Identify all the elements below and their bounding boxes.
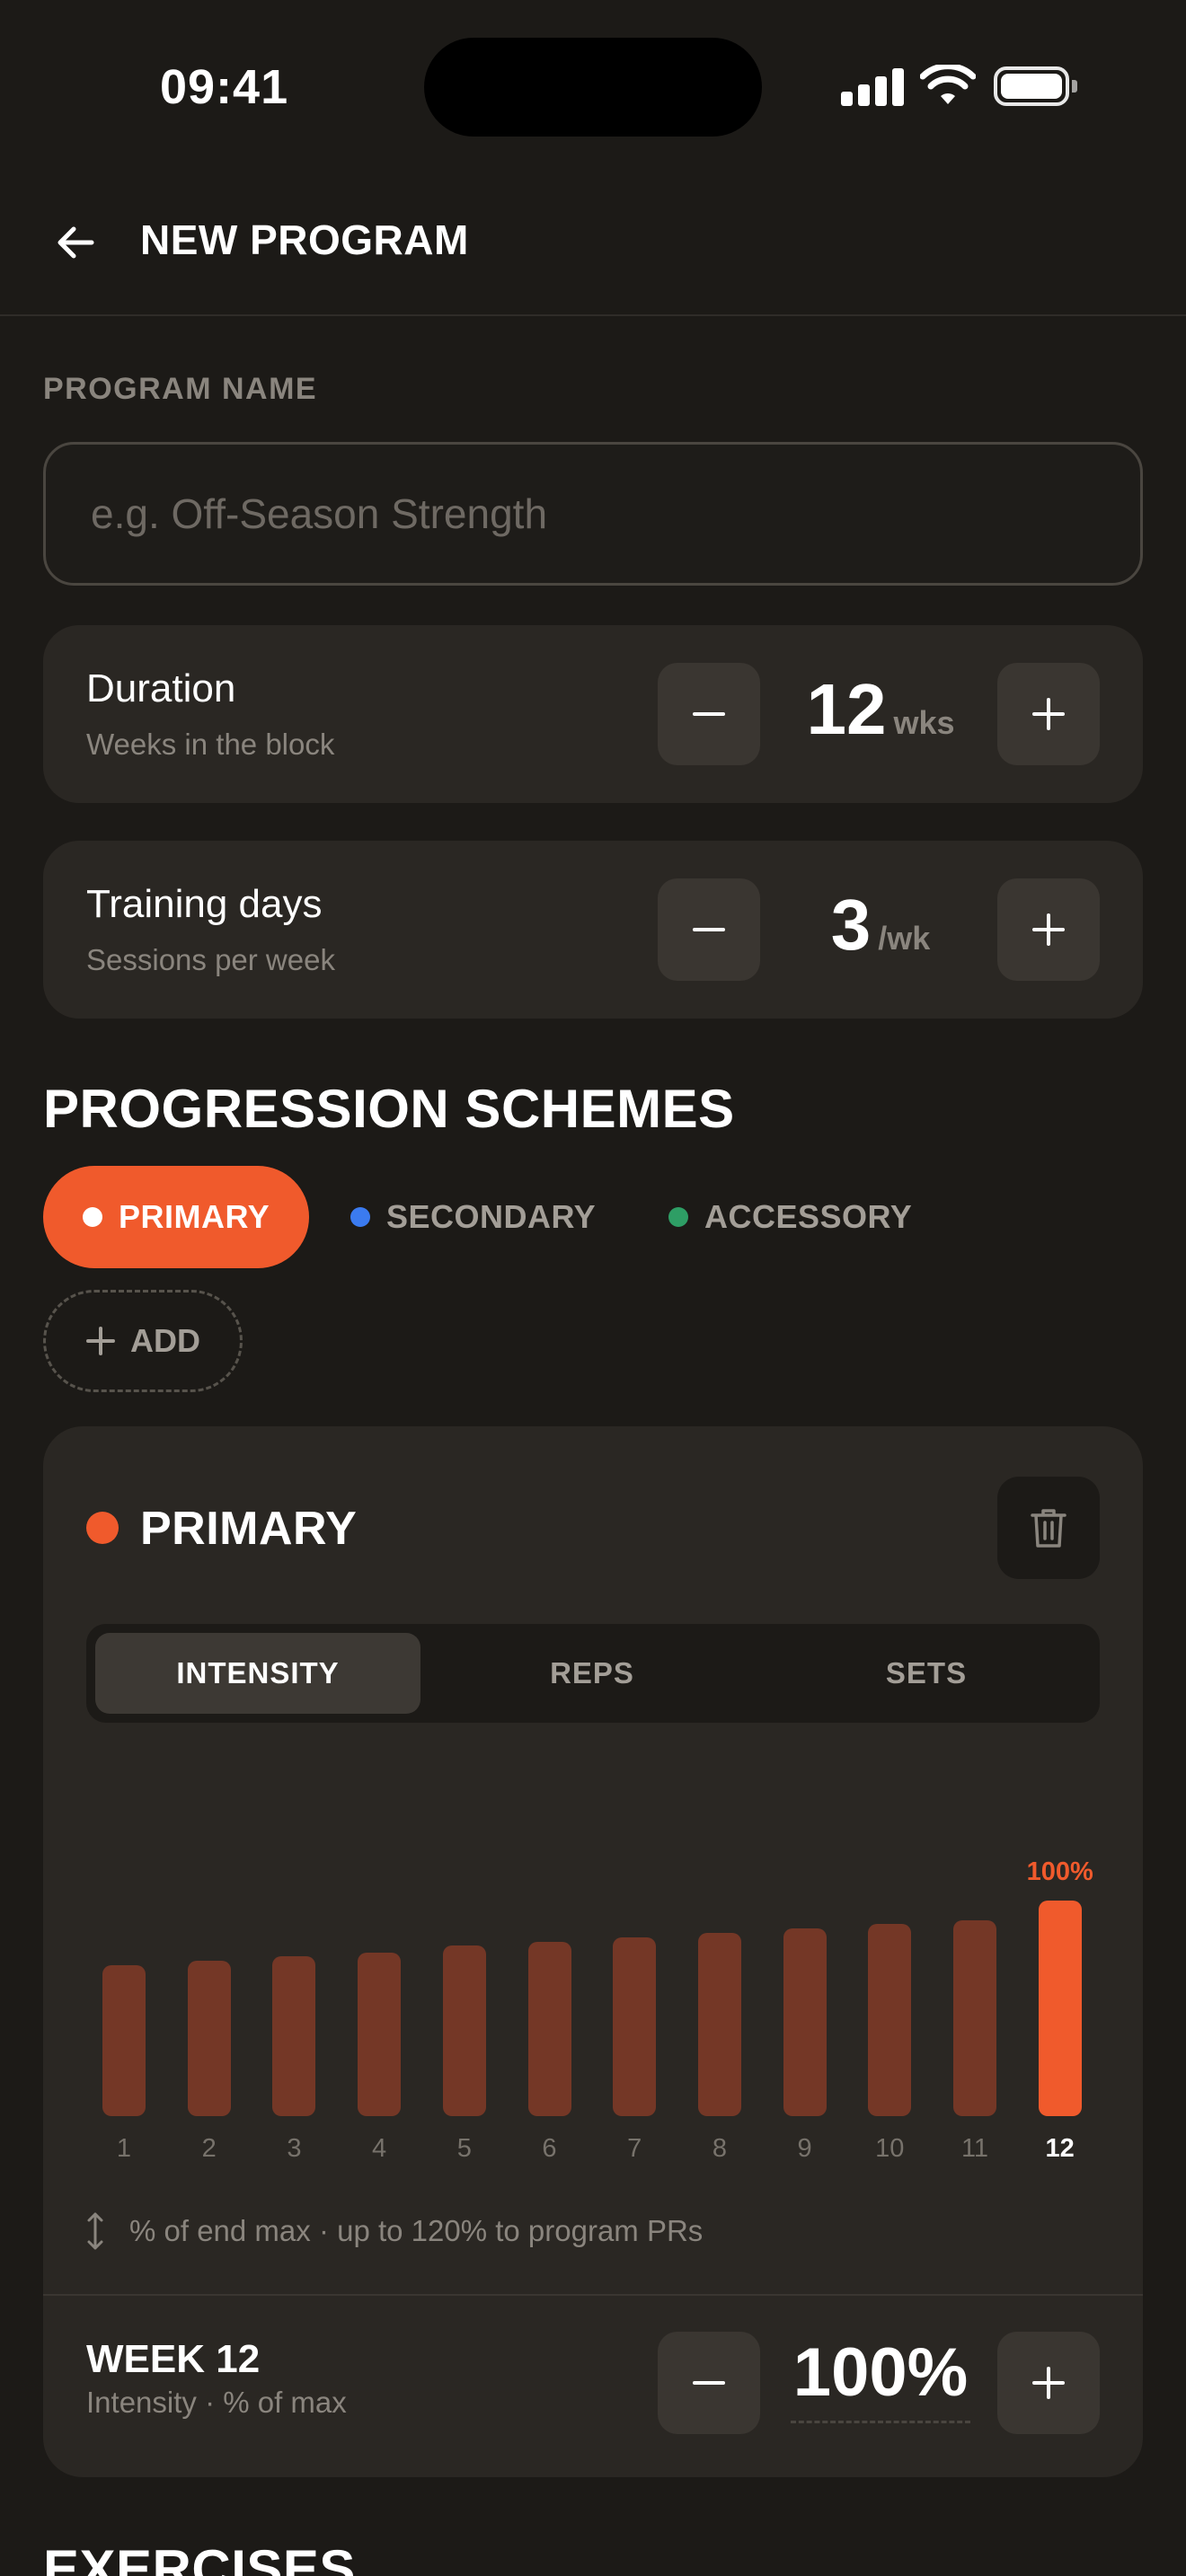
chart-x-tick: 2: [201, 2134, 217, 2163]
scheme-card-divider: [43, 2294, 1143, 2296]
duration-value-display: 12 wks: [782, 668, 979, 751]
chart-x-tick: 4: [372, 2134, 387, 2163]
duration-unit: wks: [893, 704, 955, 741]
minus-icon: [693, 2381, 725, 2385]
training-days-decrement-button[interactable]: [658, 878, 760, 981]
chart-bar-week-12[interactable]: [1038, 1901, 1082, 2116]
exercises-heading: EXERCISES: [43, 2539, 356, 2576]
tab-reps[interactable]: REPS: [429, 1633, 755, 1714]
scheme-title: PRIMARY: [140, 1503, 358, 1555]
plus-icon: [1032, 913, 1065, 946]
progression-schemes-heading: PROGRESSION SCHEMES: [43, 1079, 735, 1139]
secondary-dot-icon: [350, 1207, 370, 1227]
week-value-decrement-button[interactable]: [658, 2332, 760, 2434]
scheme-color-dot-icon: [86, 1512, 119, 1544]
week-value[interactable]: 100%: [782, 2333, 979, 2412]
scheme-chip-accessory[interactable]: ACCESSORY: [651, 1166, 951, 1268]
add-scheme-button[interactable]: ADD: [43, 1290, 243, 1392]
chart-bar-week-9[interactable]: [783, 1928, 827, 2116]
chart-hint-text: % of end max · up to 120% to program PRs: [129, 2214, 704, 2247]
chart-bar-week-4[interactable]: [358, 1952, 402, 2116]
duration-decrement-button[interactable]: [658, 663, 760, 765]
page-title: NEW PROGRAM: [140, 216, 469, 263]
chart-bar-week-3[interactable]: [272, 1956, 316, 2116]
trash-icon: [1031, 1509, 1067, 1548]
selected-week-subtitle: Intensity · % of max: [86, 2386, 347, 2419]
chart-bar-week-8[interactable]: [697, 1933, 741, 2116]
tab-sets[interactable]: SETS: [764, 1633, 1089, 1714]
header-divider: [0, 314, 1186, 316]
chart-bar-week-11[interactable]: [953, 1919, 996, 2116]
chart-x-tick: 11: [960, 2134, 989, 2163]
status-time: 09:41: [160, 60, 289, 114]
chart-x-tick: 8: [712, 2134, 727, 2163]
duration-increment-button[interactable]: [997, 663, 1100, 765]
battery-icon: [994, 66, 1077, 106]
training-days-subtitle: Sessions per week: [86, 943, 335, 976]
chart-bar-week-7[interactable]: [613, 1936, 657, 2116]
tab-intensity[interactable]: INTENSITY: [95, 1633, 420, 1714]
chart-x-tick: 12: [1045, 2134, 1075, 2163]
scheme-chip-label: ACCESSORY: [704, 1198, 913, 1235]
add-scheme-label: ADD: [130, 1322, 200, 1359]
chart-bar-week-2[interactable]: [187, 1961, 231, 2116]
chart-x-tick: 9: [797, 2134, 812, 2163]
chart-x-tick: 10: [875, 2134, 905, 2163]
scheme-chip-secondary[interactable]: SECONDARY: [332, 1166, 635, 1268]
plus-icon: [1032, 698, 1065, 730]
chart-hint: % of end max · up to 120% to program PRs: [86, 2211, 703, 2251]
chart-bar-week-6[interactable]: [527, 1941, 571, 2116]
chart-bar-week-10[interactable]: [868, 1924, 912, 2116]
accessory-dot-icon: [668, 1207, 688, 1227]
chart-bar-value-label: 100%: [1026, 1857, 1093, 1886]
training-days-title: Training days: [86, 882, 323, 926]
cellular-signal-icon: [841, 66, 904, 106]
chart-x-tick: 3: [287, 2134, 302, 2163]
training-days-increment-button[interactable]: [997, 878, 1100, 981]
arrow-left-icon: [58, 226, 94, 259]
scheme-chip-label: PRIMARY: [119, 1198, 270, 1235]
scheme-chip-label: SECONDARY: [386, 1198, 597, 1235]
plus-icon: [1032, 2367, 1065, 2399]
scheme-chip-primary[interactable]: PRIMARY: [43, 1166, 310, 1268]
primary-dot-icon: [83, 1207, 102, 1227]
chart-x-tick: 1: [116, 2134, 132, 2163]
intensity-bar-chart: 1 2 3 4 5 6 7 8 9 10 11 12 100%: [86, 1760, 1100, 2174]
delete-scheme-button[interactable]: [997, 1477, 1100, 1579]
selected-week-title: WEEK 12: [86, 2337, 261, 2381]
chart-bar-week-1[interactable]: [102, 1965, 146, 2116]
week-value-increment-button[interactable]: [997, 2332, 1100, 2434]
plus-icon: [86, 1327, 115, 1355]
training-days-value-display: 3 /wk: [782, 884, 979, 966]
back-button[interactable]: [47, 214, 104, 271]
wifi-icon: [920, 65, 976, 104]
program-name-label: PROGRAM NAME: [43, 372, 318, 406]
chart-x-tick: 6: [542, 2134, 557, 2163]
chart-x-tick: 7: [627, 2134, 642, 2163]
minus-icon: [693, 712, 725, 716]
duration-title: Duration: [86, 666, 236, 710]
duration-subtitle: Weeks in the block: [86, 728, 335, 761]
dynamic-island: [424, 38, 762, 137]
training-days-value: 3: [830, 885, 872, 965]
minus-icon: [693, 928, 725, 931]
vertical-arrows-icon: [87, 2212, 103, 2250]
week-value-underline: [791, 2421, 970, 2423]
duration-value: 12: [806, 669, 887, 749]
chart-x-tick: 5: [456, 2134, 472, 2163]
program-name-input[interactable]: [43, 442, 1143, 586]
chart-bar-week-5[interactable]: [442, 1945, 486, 2116]
training-days-unit: /wk: [878, 920, 931, 957]
